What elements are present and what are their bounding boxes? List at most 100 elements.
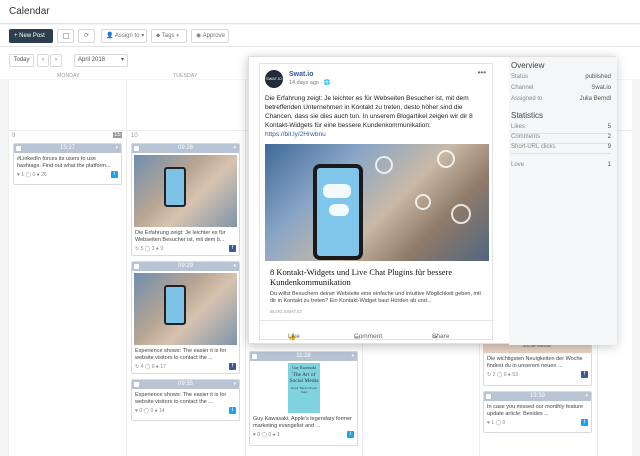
post-text: In case you missed our monthly feature u…: [487, 404, 583, 417]
likes-value: 5: [607, 124, 611, 130]
link-title[interactable]: 8 Kontakt-Widgets und Live Chat Plugins …: [270, 267, 488, 287]
post-card[interactable]: 09:29 ▾ Experience shows: The easier it i…: [131, 261, 240, 374]
post-time: 09:35: [177, 381, 193, 387]
caret-down-icon[interactable]: ▾: [585, 392, 588, 401]
toolbar: + New Post ⟳ 👤 Assign to ▾ ⬥ Tags ▾ ◉ Ap…: [0, 25, 640, 47]
caret-down-icon: ▾: [176, 33, 180, 39]
day-number: 10: [131, 133, 138, 139]
share-label: Share: [432, 333, 450, 340]
post-time-text: 14 days ago ·: [289, 80, 324, 86]
post-card[interactable]: Social Media Die wichtigsten Neuigkeiten…: [483, 340, 592, 386]
facebook-icon: f: [581, 371, 588, 378]
love-label: Love: [511, 162, 525, 168]
clicks-label: Short-URL clicks: [511, 144, 556, 150]
assign-to-label: Assign to: [114, 33, 140, 39]
approve-button[interactable]: ◉ Approve: [191, 29, 229, 43]
post-card[interactable]: 13:33 ▾ In case you missed our monthly fe…: [483, 391, 592, 433]
facebook-icon: f: [229, 245, 236, 252]
refresh-icon: ⟳: [83, 33, 90, 39]
select-all-checkbox[interactable]: [57, 29, 74, 43]
top-bar: Calendar: [0, 0, 640, 24]
link-description: Du willst Besuchern deiner Webseite eine…: [270, 291, 481, 304]
post-time: 14 days ago · 🌐: [289, 80, 331, 86]
chevron-right-icon: ›: [55, 57, 57, 63]
twitter-icon: t: [347, 431, 354, 438]
checkbox[interactable]: [16, 146, 21, 151]
twitter-icon: t: [111, 171, 118, 178]
post-image: [134, 155, 237, 227]
stat-love: Love 1: [511, 162, 611, 168]
overview-status: Status published: [511, 74, 611, 80]
post-stats: ♥ 1 ◯ 0: [487, 420, 506, 426]
post-author[interactable]: Swat.io: [289, 71, 314, 78]
grid-line: [8, 80, 9, 456]
post-actions: 👍 Like ▭ Comment ↪ Share: [260, 320, 494, 341]
tag-icon: ⬥: [156, 33, 161, 39]
post-card[interactable]: 09:26 ▾ Die Erfahrung zeigt: Je leichter …: [131, 143, 240, 256]
checkbox[interactable]: [134, 264, 139, 269]
post-link[interactable]: https://bit.ly/2Hrwbnu: [265, 131, 326, 138]
grid-line: [126, 80, 127, 456]
next-button[interactable]: ›: [50, 54, 62, 67]
status-label: Status: [511, 74, 529, 80]
tags-label: Tags: [161, 33, 175, 39]
day-header-monday: MONDAY: [57, 73, 80, 79]
overview-channel: Channel Swat.io: [511, 85, 611, 91]
channel-value: Swat.io: [591, 85, 611, 91]
caret-down-icon[interactable]: ▾: [233, 144, 236, 153]
post-stats: ♥ 0 ◯ 0 ● 14: [135, 408, 165, 414]
checkbox[interactable]: [252, 354, 257, 359]
book-cover: Guy Kawasaki The Art of Social Media Pow…: [288, 363, 320, 413]
post-text: Experience shows: The easier it is for w…: [135, 392, 227, 405]
avatar: SWAT.IO: [265, 70, 283, 88]
day-header-tuesday: TUESDAY: [173, 73, 198, 79]
divider: [511, 153, 611, 154]
refresh-button[interactable]: ⟳: [78, 29, 95, 43]
post-text: Die Erfahrung zeigt: Je leichter es für …: [135, 230, 226, 243]
caret-down-icon[interactable]: ▾: [233, 262, 236, 271]
overview-assigned: Assigned to Julia Berndl: [511, 96, 611, 102]
assigned-label: Assigned to: [511, 96, 543, 102]
post-preview-popup: SWAT.IO Swat.io 14 days ago · 🌐 ••• Die …: [248, 56, 617, 345]
assign-to-dropdown[interactable]: 👤 Assign to ▾: [101, 29, 147, 43]
post-stats: ♥ 0 ◯ 0 ● 1: [253, 432, 280, 438]
prev-button[interactable]: ‹: [37, 54, 49, 67]
caret-down-icon[interactable]: ▾: [351, 352, 354, 361]
link-preview-image: [265, 144, 489, 261]
caret-down-icon: ▾: [120, 57, 124, 63]
like-label: Like: [288, 333, 300, 340]
checkbox[interactable]: [486, 394, 491, 399]
post-card[interactable]: 15:27 ▾ #LinkedIn forces its users to use…: [13, 143, 122, 185]
post-card[interactable]: 11:28 ▾ Guy Kawasaki The Art of Social Me…: [249, 351, 358, 446]
today-button[interactable]: Today: [9, 54, 34, 67]
stat-clicks: Short-URL clicks 9: [511, 144, 611, 150]
day-number: 9: [12, 133, 16, 139]
book-subtitle: Power Tips for Power Users: [290, 386, 318, 394]
post-time: 09:26: [177, 145, 193, 151]
new-post-button[interactable]: + New Post: [9, 29, 53, 43]
post-time: 11:28: [296, 353, 311, 359]
facebook-post-preview: SWAT.IO Swat.io 14 days ago · 🌐 ••• Die …: [259, 63, 494, 341]
post-body-text: Die Erfahrung zeigt: Je leichter es für …: [265, 95, 473, 129]
post-stats: ↻ 5 ◯ 2 ● 9: [135, 246, 164, 252]
link-domain: BLOG.SWAT.IO: [270, 309, 302, 314]
post-card-header: 15:27 ▾: [14, 144, 121, 153]
likes-label: Likes: [511, 124, 526, 130]
caret-down-icon[interactable]: ▾: [233, 380, 236, 389]
post-card[interactable]: 09:35 ▾ Experience shows: The easier it i…: [131, 379, 240, 421]
month-select[interactable]: April 2018 ▾: [74, 54, 128, 67]
caret-down-icon[interactable]: ▾: [115, 144, 118, 153]
more-icon[interactable]: •••: [478, 68, 486, 77]
page-title: Calendar: [9, 6, 50, 17]
globe-icon: 🌐: [323, 80, 331, 86]
month-value: April 2018: [78, 57, 106, 63]
tags-dropdown[interactable]: ⬥ Tags ▾: [151, 29, 187, 43]
stat-likes: Likes 5: [511, 124, 611, 130]
checkbox[interactable]: [134, 146, 139, 151]
stat-comments: Comments 2: [511, 134, 611, 140]
chevron-left-icon: ‹: [42, 57, 44, 63]
comment-label: Comment: [354, 333, 383, 340]
comments-label: Comments: [511, 134, 541, 140]
comments-value: 2: [607, 134, 611, 140]
checkbox[interactable]: [134, 382, 139, 387]
